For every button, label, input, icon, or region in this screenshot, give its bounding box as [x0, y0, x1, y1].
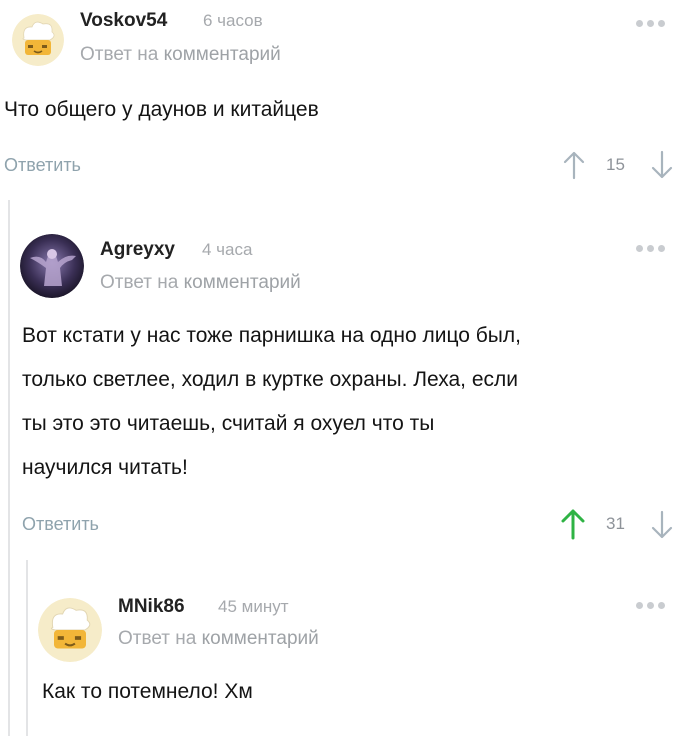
vote-score: 15 [606, 155, 625, 174]
username[interactable]: Voskov54 [80, 10, 167, 32]
more-options-icon[interactable] [636, 20, 665, 27]
reply-to-line: Ответ на комментарий [100, 272, 301, 294]
comment-text-line: только светлее, ходил в куртке охраны. Л… [22, 368, 519, 391]
comment-time: 6 часов [203, 11, 263, 30]
upvote-arrow-icon[interactable] [560, 508, 586, 540]
vote-score: 31 [606, 514, 625, 533]
username[interactable]: MNik86 [118, 596, 185, 618]
reply-to-line: Ответ на комментарий [118, 628, 319, 650]
thread-line-level-1 [8, 200, 10, 736]
downvote-arrow-icon[interactable] [650, 510, 674, 540]
reply-to-comment-link[interactable]: комментарий [184, 272, 301, 293]
comment-text: Что общего у даунов и китайцев [4, 88, 319, 132]
comment-text-line: Как то потемнело! Хм [42, 680, 253, 703]
reply-button[interactable]: Ответить [22, 514, 99, 535]
reply-to-comment-link[interactable]: комментарий [202, 628, 319, 649]
reply-to-line: Ответ на комментарий [80, 44, 281, 66]
thread-line-level-2 [26, 560, 28, 736]
username[interactable]: Agreyxy [100, 239, 175, 261]
reply-to-prefix: Ответ на [100, 272, 179, 293]
avatar-photo[interactable] [20, 234, 84, 298]
reply-to-comment-link[interactable]: комментарий [164, 44, 281, 65]
reply-button[interactable]: Ответить [4, 155, 81, 176]
comment-text-line: Вот кстати у нас тоже парнишка на одно л… [22, 324, 521, 347]
comment-text: Как то потемнело! Хм [42, 670, 253, 714]
comment-text: Вот кстати у нас тоже парнишка на одно л… [22, 314, 521, 490]
comment-text-line: ты это это читаешь, считай я охуел что т… [22, 412, 435, 435]
more-options-icon[interactable] [636, 245, 665, 252]
downvote-arrow-icon[interactable] [650, 150, 674, 180]
comment-text-line: научился читать! [22, 456, 188, 479]
more-options-icon[interactable] [636, 602, 665, 609]
comment-time: 45 минут [218, 597, 289, 616]
upvote-arrow-icon[interactable] [562, 150, 586, 180]
reply-to-prefix: Ответ на [118, 628, 197, 649]
avatar-chef-icon[interactable] [38, 598, 102, 662]
comment-text-line: Что общего у даунов и китайцев [4, 98, 319, 121]
reply-to-prefix: Ответ на [80, 44, 159, 65]
comment-time: 4 часа [202, 240, 253, 259]
avatar-chef-icon[interactable] [12, 14, 64, 66]
